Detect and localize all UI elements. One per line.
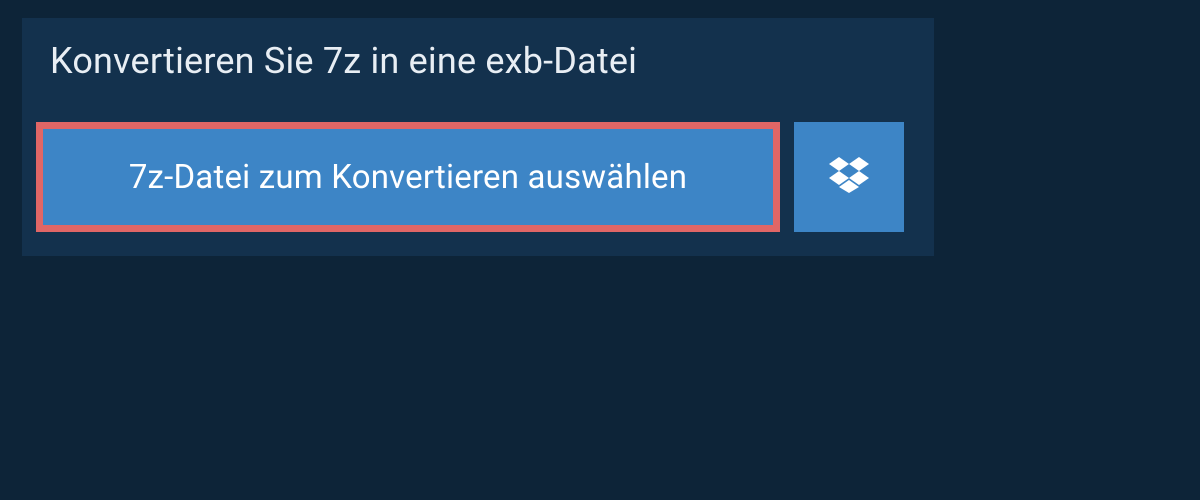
converter-panel: Konvertieren Sie 7z in eine exb-Datei 7z… [22,18,934,256]
dropbox-button[interactable] [794,122,904,232]
select-file-label: 7z-Datei zum Konvertieren auswählen [129,158,687,197]
select-file-button[interactable]: 7z-Datei zum Konvertieren auswählen [36,122,780,232]
panel-header: Konvertieren Sie 7z in eine exb-Datei [22,18,665,108]
page-title: Konvertieren Sie 7z in eine exb-Datei [50,40,637,82]
dropbox-icon [829,157,869,197]
button-row: 7z-Datei zum Konvertieren auswählen [22,108,934,256]
